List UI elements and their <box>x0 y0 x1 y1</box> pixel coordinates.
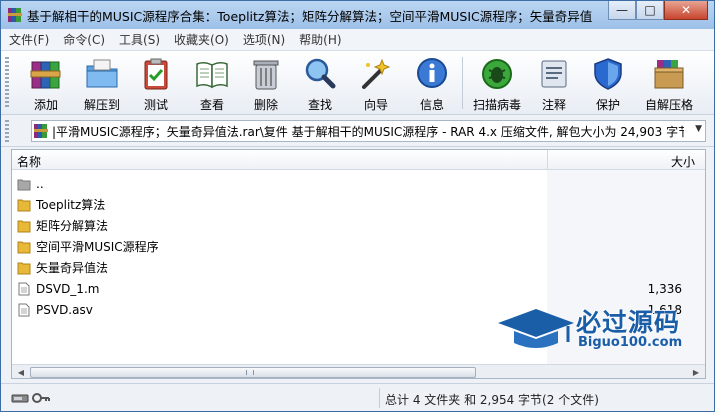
drive-key-icon[interactable] <box>11 390 51 406</box>
shield-icon <box>594 58 622 90</box>
menu-file[interactable]: 文件(F) <box>9 31 49 48</box>
file-name: DSVD_1.m <box>36 281 100 296</box>
delete-label: 删除 <box>253 98 278 112</box>
horizontal-scrollbar[interactable]: ◀ ▶ <box>12 364 705 378</box>
address-bar: |平滑MUSIC源程序；矢量奇异值法.rar\复件 基于解相干的MUSIC源程序… <box>1 115 714 147</box>
sfx-label: 自解压格 <box>644 98 693 112</box>
menu-tools[interactable]: 工具(S) <box>119 31 160 48</box>
file-name: 空间平滑MUSIC源程序 <box>36 240 159 254</box>
delete-button[interactable]: 删除 <box>239 53 293 113</box>
address-dropdown-icon[interactable]: ▼ <box>695 124 702 134</box>
window-title: 基于解相干的MUSIC源程序合集：Toeplitz算法；矩阵分解算法；空间平滑M… <box>27 8 592 24</box>
list-item[interactable]: 矢量奇异值法 <box>12 257 547 278</box>
extract-label: 解压到 <box>83 98 120 112</box>
protect-button[interactable]: 保护 <box>581 53 635 113</box>
trash-can-icon <box>253 60 279 90</box>
title-bar[interactable]: 基于解相干的MUSIC源程序合集：Toeplitz算法；矩阵分解算法；空间平滑M… <box>1 1 714 29</box>
file-list-header: 名称 大小 <box>12 150 705 170</box>
file-name: 矢量奇异值法 <box>36 261 109 275</box>
extract-button[interactable]: 解压到 <box>75 53 129 113</box>
virus-scan-label: 扫描病毒 <box>472 98 521 112</box>
comment-label: 注释 <box>541 98 566 112</box>
menu-options[interactable]: 选项(N) <box>243 31 285 48</box>
folder-icon <box>17 262 31 274</box>
watermark: 必过源码 Biguo100.com <box>496 301 706 361</box>
toolbar: 添加 解压到 测试 查看 删除 查找 向导 信息 扫描病毒 注释 保护 自解压格 <box>1 51 714 115</box>
menu-favorites[interactable]: 收藏夹(O) <box>174 31 229 48</box>
column-name-header[interactable]: 名称 <box>17 153 41 170</box>
window-controls: — □ ✕ <box>608 1 708 20</box>
info-icon <box>417 58 447 88</box>
wizard-button[interactable]: 向导 <box>349 53 403 113</box>
list-item[interactable]: DSVD_1.m <box>12 278 547 299</box>
view-label: 查看 <box>199 98 224 112</box>
parent-folder-icon <box>17 179 31 190</box>
info-label: 信息 <box>419 98 444 112</box>
info-button[interactable]: 信息 <box>405 53 459 113</box>
watermark-title: 必过源码 <box>576 308 681 337</box>
file-name: 矩阵分解算法 <box>36 219 109 233</box>
scroll-left-icon[interactable]: ◀ <box>13 366 29 378</box>
folder-icon <box>17 220 31 232</box>
add-label: 添加 <box>33 98 58 112</box>
address-field[interactable]: |平滑MUSIC源程序；矢量奇异值法.rar\复件 基于解相干的MUSIC源程序… <box>31 120 706 142</box>
file-name: .. <box>36 176 44 191</box>
list-item[interactable]: 空间平滑MUSIC源程序 <box>12 236 547 257</box>
folder-icon <box>17 241 31 253</box>
test-label: 测试 <box>143 98 168 112</box>
archive-books-icon <box>30 61 61 89</box>
note-icon <box>541 60 567 88</box>
view-button[interactable]: 查看 <box>185 53 239 113</box>
folder-extract-icon <box>86 59 118 88</box>
list-item[interactable]: .. <box>12 173 547 194</box>
file-name: Toeplitz算法 <box>36 198 106 212</box>
sfx-box-icon <box>654 60 684 89</box>
status-separator <box>379 388 380 408</box>
add-button[interactable]: 添加 <box>19 53 73 113</box>
scroll-right-icon[interactable]: ▶ <box>688 366 704 378</box>
folder-icon <box>17 199 31 211</box>
address-path: |平滑MUSIC源程序；矢量奇异值法.rar\复件 基于解相干的MUSIC源程序… <box>52 124 684 139</box>
file-size: 1,336 <box>647 282 682 296</box>
list-item[interactable]: Toeplitz算法 <box>12 194 547 215</box>
toolbar-separator <box>462 57 463 109</box>
protect-label: 保护 <box>595 98 620 112</box>
address-bar-grip[interactable] <box>5 120 9 142</box>
archive-icon <box>34 124 48 138</box>
magnifier-icon <box>305 58 336 89</box>
status-bar: 总计 4 文件夹 和 2,954 字节(2 个文件) <box>1 383 714 411</box>
scrollbar-thumb[interactable] <box>30 367 476 378</box>
bug-icon <box>482 59 512 89</box>
magic-wand-icon <box>362 58 391 89</box>
toolbar-grip[interactable] <box>5 57 9 109</box>
column-size-label: 大小 <box>670 155 695 169</box>
find-button[interactable]: 查找 <box>293 53 347 113</box>
minimize-button[interactable]: — <box>608 1 636 20</box>
scrollbar-grip <box>246 370 254 375</box>
maximize-button[interactable]: □ <box>636 1 664 20</box>
file-name: PSVD.asv <box>36 302 93 317</box>
list-item[interactable]: PSVD.asv <box>12 299 547 320</box>
graduation-cap-icon <box>498 309 574 348</box>
menu-bar: 文件(F) 命令(C) 工具(S) 收藏夹(O) 选项(N) 帮助(H) <box>1 29 714 51</box>
file-icon <box>18 303 30 316</box>
menu-commands[interactable]: 命令(C) <box>63 31 105 48</box>
open-book-icon <box>196 61 228 89</box>
list-item[interactable]: 矩阵分解算法 <box>12 215 547 236</box>
winrar-app-icon <box>8 8 22 22</box>
column-size-header[interactable]: 大小 <box>547 150 705 170</box>
wizard-label: 向导 <box>363 98 388 112</box>
test-button[interactable]: 测试 <box>129 53 183 113</box>
virus-scan-button[interactable]: 扫描病毒 <box>470 53 524 113</box>
watermark-url: Biguo100.com <box>578 335 683 350</box>
menu-help[interactable]: 帮助(H) <box>299 31 341 48</box>
comment-button[interactable]: 注释 <box>527 53 581 113</box>
sfx-button[interactable]: 自解压格 <box>639 53 699 113</box>
close-button[interactable]: ✕ <box>664 1 708 20</box>
status-summary: 总计 4 文件夹 和 2,954 字节(2 个文件) <box>385 393 599 407</box>
clipboard-check-icon <box>144 58 168 90</box>
winrar-window: 基于解相干的MUSIC源程序合集：Toeplitz算法；矩阵分解算法；空间平滑M… <box>0 0 715 412</box>
file-icon <box>18 282 30 295</box>
find-label: 查找 <box>307 98 332 112</box>
